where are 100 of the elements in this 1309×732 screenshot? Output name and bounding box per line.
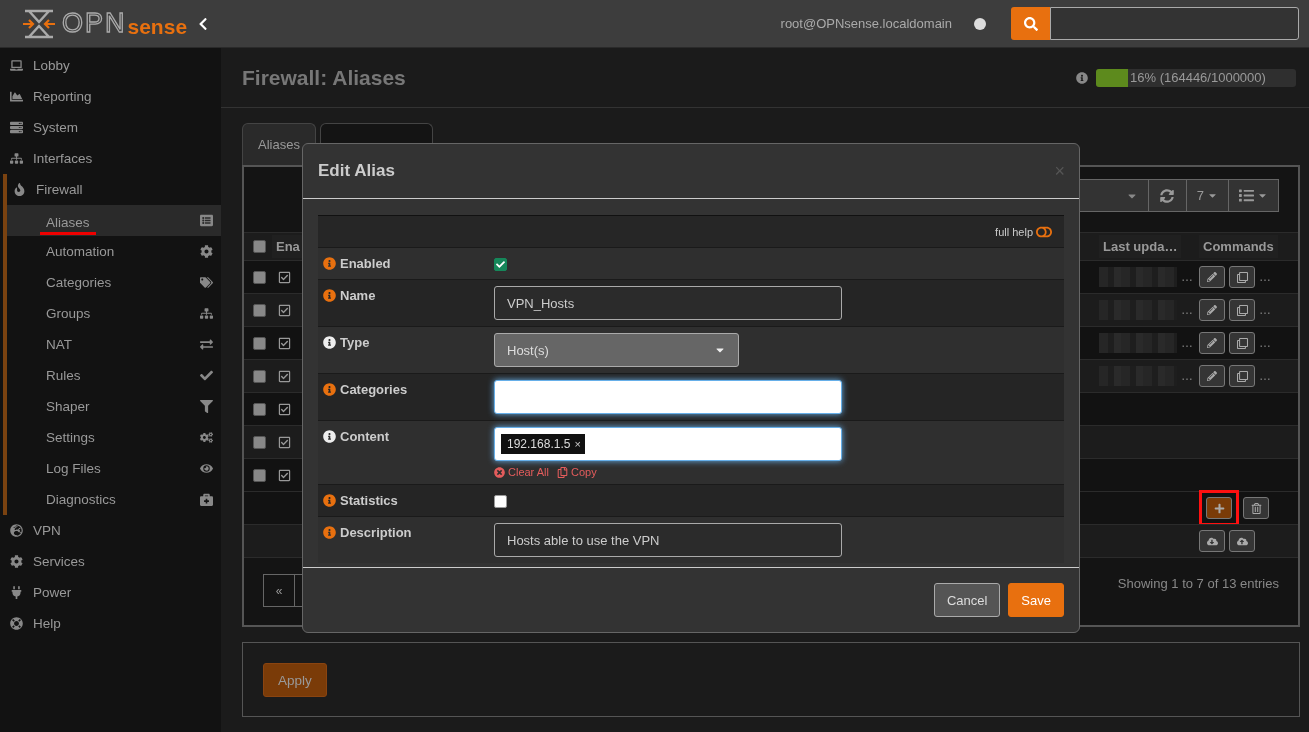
checkbox[interactable] (494, 258, 507, 271)
search-button[interactable] (1011, 7, 1050, 40)
clear-all-link[interactable]: Clear All (494, 466, 549, 478)
download-button[interactable] (1199, 530, 1225, 552)
page-title: Firewall: Aliases (242, 65, 406, 90)
tag-input-field[interactable]: 192.168.1.5 × (494, 427, 842, 461)
select-dropdown[interactable]: Host(s) (494, 333, 739, 367)
row-checkbox[interactable] (253, 435, 266, 449)
row-checkbox[interactable] (253, 303, 266, 317)
checkbox[interactable] (494, 495, 507, 508)
page-button[interactable]: « (263, 574, 295, 607)
plug-icon (10, 586, 23, 599)
full-help-toggle[interactable]: full help (995, 223, 1052, 240)
tag-remove-button[interactable]: × (574, 438, 581, 450)
sidebar-subitem[interactable]: NAT (7, 329, 221, 360)
plus-icon (1213, 502, 1225, 514)
eye-icon (200, 462, 213, 475)
add-button[interactable] (1206, 497, 1232, 519)
dialog-title: Edit Alias (318, 161, 395, 181)
sidebar-item[interactable]: Help (0, 608, 221, 639)
upload-button[interactable] (1229, 530, 1255, 552)
cloud-upload-icon (1236, 535, 1248, 547)
logo-icon (22, 8, 56, 39)
pencil-icon (1207, 371, 1217, 381)
field-label: Categories (340, 382, 408, 397)
edit-button[interactable] (1199, 299, 1225, 321)
column-header[interactable]: Ena (272, 235, 304, 258)
ellipsis-text: … (1259, 303, 1271, 317)
delete-button[interactable] (1243, 497, 1269, 519)
medkit-icon (200, 493, 213, 506)
tag-label: 192.168.1.5 (507, 437, 571, 451)
copy-icon (1236, 271, 1248, 283)
sidebar-item[interactable]: Interfaces (0, 143, 221, 174)
sidebar-subitem[interactable]: Settings (7, 422, 221, 453)
input-field[interactable] (494, 380, 842, 414)
copy-icon (556, 466, 568, 478)
info-icon (323, 289, 336, 302)
row-checkbox[interactable] (253, 336, 266, 350)
ellipsis-text: … (1259, 270, 1271, 284)
search-field[interactable] (1050, 7, 1299, 40)
check-icon (200, 369, 213, 382)
sidebar-subitem[interactable]: Categories (7, 267, 221, 298)
area-chart-icon (10, 90, 23, 103)
row-checkbox[interactable] (253, 468, 266, 482)
copy-button[interactable] (1229, 266, 1255, 288)
sidebar-item[interactable]: Lobby (0, 50, 221, 81)
page-size-dropdown[interactable]: 7 (1185, 179, 1229, 212)
fire-icon (13, 183, 26, 196)
refresh-icon (1160, 188, 1175, 203)
field-label: Enabled (340, 256, 391, 271)
row-checkbox[interactable] (253, 369, 266, 383)
entries-info: Showing 1 to 7 of 13 entries (1117, 576, 1279, 591)
cancel-button[interactable]: Cancel (933, 583, 1001, 617)
column-header[interactable]: Last upda… (1099, 235, 1182, 258)
ellipsis-text: … (1181, 270, 1193, 284)
sidebar-subitem[interactable]: Aliases (7, 205, 221, 236)
row-checkbox[interactable] (253, 270, 266, 284)
columns-dropdown[interactable] (1228, 179, 1279, 212)
copy-button[interactable] (1229, 332, 1255, 354)
sidebar-item[interactable]: Power (0, 577, 221, 608)
gear-icon (10, 555, 23, 568)
tab[interactable]: Aliases (242, 123, 316, 165)
pencil-icon (1207, 272, 1217, 282)
usage-reading: 16% (164446/1000000) (1130, 70, 1266, 85)
sidebar-subitem[interactable]: Groups (7, 298, 221, 329)
checkbox-check-icon (278, 435, 291, 449)
copy-icon (1236, 304, 1248, 316)
sidebar-item[interactable]: VPN (0, 515, 221, 546)
copy-button[interactable] (1229, 365, 1255, 387)
sidebar-item[interactable]: System (0, 112, 221, 143)
select-all-checkbox[interactable] (253, 240, 266, 253)
sidebar-item[interactable]: Reporting (0, 81, 221, 112)
sidebar-item[interactable]: Firewall (7, 174, 221, 205)
edit-button[interactable] (1199, 266, 1225, 288)
ellipsis-text: … (1181, 336, 1193, 350)
column-header[interactable]: Commands (1199, 235, 1278, 258)
filter-icon (200, 400, 213, 413)
input-field[interactable]: Hosts able to use the VPN (494, 523, 842, 557)
sidebar-subitem[interactable]: Rules (7, 360, 221, 391)
refresh-button[interactable] (1147, 179, 1187, 212)
info-icon (323, 383, 336, 396)
edit-button[interactable] (1199, 332, 1225, 354)
checkbox-check-icon (278, 402, 291, 416)
edit-button[interactable] (1199, 365, 1225, 387)
copy-link[interactable]: Copy (556, 466, 597, 478)
field-label: Statistics (340, 493, 398, 508)
checkbox-check-icon (278, 468, 291, 482)
sidebar-subitem[interactable]: Automation (7, 236, 221, 267)
sidebar-item[interactable]: Services (0, 546, 221, 577)
sidebar-subitem[interactable]: Log Files (7, 453, 221, 484)
copy-button[interactable] (1229, 299, 1255, 321)
sidebar-subitem[interactable]: Shaper (7, 391, 221, 422)
info-icon (1076, 71, 1088, 84)
tags-icon (200, 276, 213, 289)
sidebar-subitem[interactable]: Diagnostics (7, 484, 221, 515)
info-icon (323, 336, 336, 349)
input-field[interactable]: VPN_Hosts (494, 286, 842, 320)
field-label: Content (340, 429, 390, 444)
logo-text: OPN (62, 10, 127, 37)
row-checkbox[interactable] (253, 402, 266, 416)
